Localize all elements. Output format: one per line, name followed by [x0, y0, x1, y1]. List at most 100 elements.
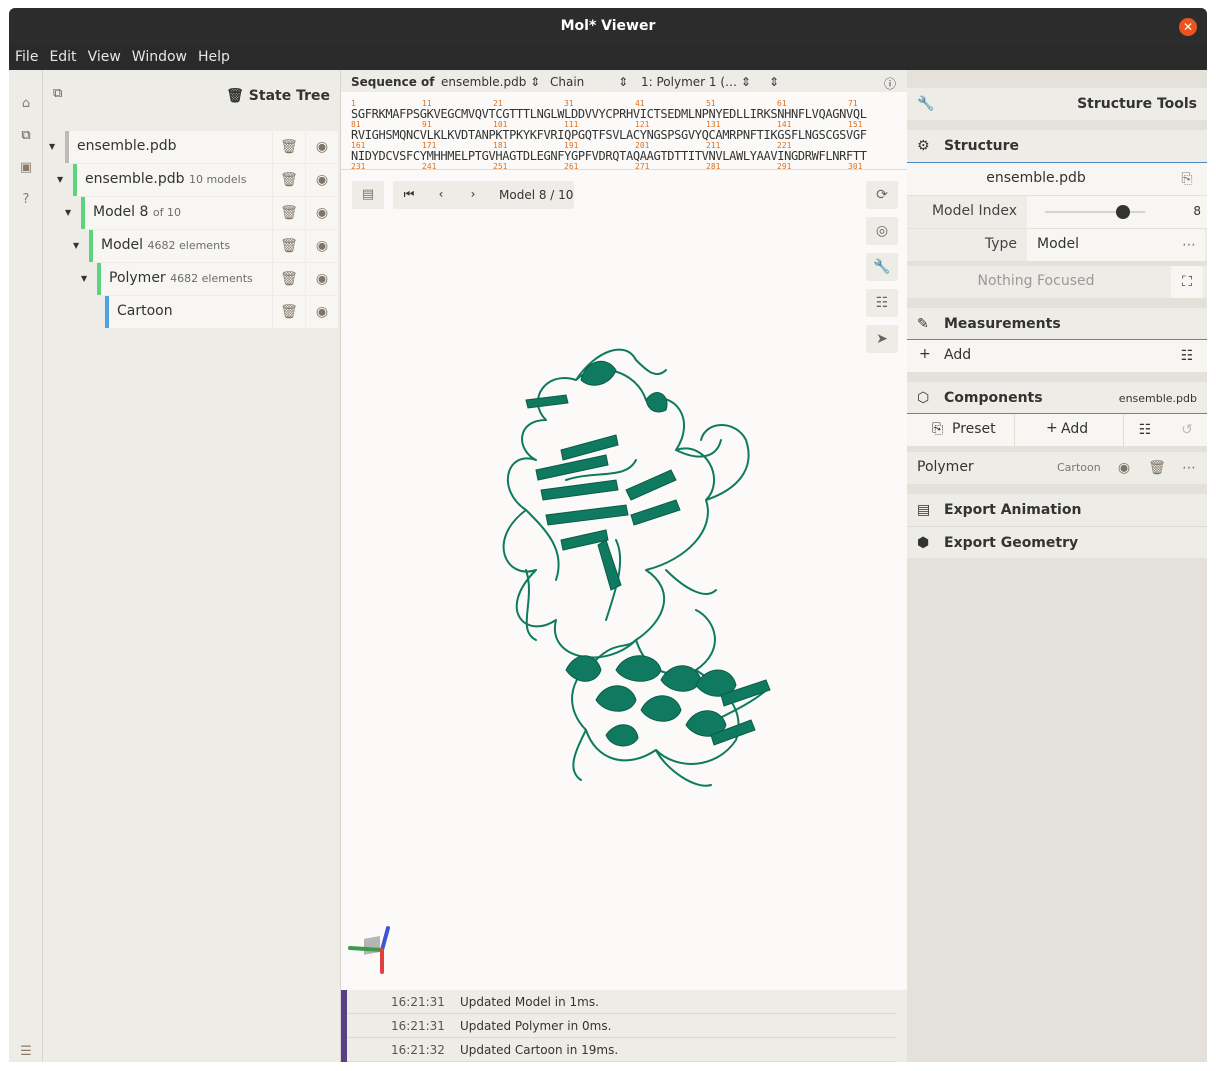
- sequence-line[interactable]: RVIGHSMQNCVLKLKVDTANPKTPKYKFVRIQPGQTFSVL…: [351, 128, 867, 142]
- wrench-icon[interactable]: 🔧: [866, 253, 898, 281]
- structure-tools-header: 🔧 Structure Tools: [907, 88, 1207, 120]
- entity-select[interactable]: 1: Polymer 1 (… ⇕: [641, 75, 751, 89]
- model-index-slider[interactable]: [1116, 205, 1130, 219]
- tree-row-sub: of 10: [152, 206, 181, 219]
- trash-icon[interactable]: 🗑: [273, 296, 305, 328]
- reset-camera-icon[interactable]: ⟳: [866, 181, 898, 209]
- help-icon[interactable]: ?: [18, 192, 34, 208]
- center-panel: Sequence of ensemble.pdb ⇕ Chain ⇕ 1: Po…: [340, 70, 908, 1062]
- menu-file[interactable]: File: [9, 45, 43, 65]
- menu-edit[interactable]: Edit: [43, 45, 81, 65]
- focus-row[interactable]: Nothing Focused ⛶: [907, 266, 1207, 298]
- measurements-header[interactable]: ✎ Measurements: [907, 308, 1207, 340]
- components-title: Components: [944, 390, 1043, 406]
- sequence-line[interactable]: SGFRKMAFPSGKVEGCMVQVTCGTTTLNGLWLDDVVYCPR…: [351, 107, 867, 121]
- type-select[interactable]: Model: [1027, 229, 1173, 261]
- sequence-line[interactable]: NIDYDCVSFCYMHHMELPTGVHAGTDLEGNFYGPFVDRQT…: [351, 149, 867, 163]
- log-time: 16:21:31: [391, 1019, 445, 1033]
- model-index-value: 8: [1193, 204, 1201, 218]
- menu-view[interactable]: View: [82, 45, 126, 65]
- eye-icon[interactable]: ◉: [306, 296, 338, 328]
- eye-icon[interactable]: ◉: [306, 230, 338, 262]
- sequence-number: 241: [422, 162, 437, 170]
- help-circle-icon[interactable]: ⓘ: [884, 75, 896, 92]
- sequence-number: 271: [635, 162, 650, 170]
- left-rail: ⌂ ⧉ ▣ ? ☰: [9, 70, 43, 1062]
- trash-icon[interactable]: 🗑: [273, 263, 305, 295]
- tree-row[interactable]: ▼ Model 8 of 10 🗑 ◉: [43, 197, 340, 229]
- tree-row-label: Model: [101, 237, 144, 253]
- menu-help[interactable]: Help: [192, 45, 235, 65]
- tree-row[interactable]: ▼ ensemble.pdb 10 models 🗑 ◉: [43, 164, 340, 196]
- home-icon[interactable]: ⌂: [18, 96, 34, 112]
- preset-button[interactable]: ⎘ Preset: [907, 414, 1015, 446]
- structure-select-row[interactable]: ensemble.pdb ⎘: [907, 163, 1207, 195]
- caret-down-icon[interactable]: ▼: [65, 208, 73, 217]
- sequence-header: Sequence of ensemble.pdb ⇕ Chain ⇕ 1: Po…: [341, 70, 908, 92]
- caret-down-icon[interactable]: ▼: [49, 142, 57, 151]
- sliders-icon[interactable]: ☷: [1171, 340, 1203, 372]
- tree-row[interactable]: Cartoon 🗑 ◉: [43, 296, 340, 328]
- tree-row-sub: 4682 elements: [147, 239, 231, 252]
- eye-icon[interactable]: ◉: [1108, 452, 1140, 484]
- trash-icon[interactable]: 🗑: [273, 164, 305, 196]
- measurements-add-row[interactable]: + Add ☷: [907, 340, 1207, 372]
- 3d-viewport[interactable]: ▤ ⏮ ‹ › Model 8 / 10 ⟳ ◎ 🔧 ☷ ➤: [341, 170, 908, 990]
- menu-window[interactable]: Window: [126, 45, 192, 65]
- sequence-area[interactable]: 1 11 21 31 41 51 61 71 SGFRKMAFPSGKVEGCMVQVTCGT…: [341, 92, 908, 170]
- trash-icon[interactable]: 🗑: [1141, 452, 1173, 484]
- plus-icon: +: [1046, 420, 1058, 436]
- export-geometry-header[interactable]: ⬢ Export Geometry: [907, 526, 1207, 558]
- trash-icon[interactable]: 🗑: [273, 230, 305, 262]
- eye-icon[interactable]: ◉: [306, 131, 338, 163]
- settings-icon[interactable]: ☰: [18, 1044, 34, 1060]
- bookmark-icon[interactable]: ⎘: [1171, 163, 1203, 195]
- tree-row[interactable]: ▼ ensemble.pdb 🗑 ◉: [43, 131, 340, 163]
- state-tree-title: State Tree: [248, 88, 330, 104]
- components-header[interactable]: ⬡ Components ensemble.pdb: [907, 382, 1207, 414]
- geometry-icon: ⬢: [917, 535, 930, 551]
- structure-section-header[interactable]: ⚙ Structure: [907, 130, 1207, 162]
- trash-icon[interactable]: 🗑: [273, 197, 305, 229]
- history-icon[interactable]: ↺: [1171, 414, 1203, 446]
- tree-row[interactable]: ▼ Polymer 4682 elements 🗑 ◉: [43, 263, 340, 295]
- chain-select[interactable]: ⇕: [769, 75, 779, 89]
- structure-select[interactable]: ensemble.pdb ⇕: [441, 75, 540, 89]
- tree-icon[interactable]: ⧉: [53, 86, 69, 102]
- prev-model-icon[interactable]: ‹: [433, 187, 449, 201]
- app-window: Mol* Viewer ✕ File Edit View Window Help ⌂ ⧉…: [9, 8, 1207, 1062]
- trash-icon[interactable]: 🗑: [273, 131, 305, 163]
- next-model-icon[interactable]: ›: [465, 187, 481, 201]
- tree-icon[interactable]: ⧉: [18, 128, 34, 144]
- tree-row[interactable]: ▼ Model 4682 elements 🗑 ◉: [43, 230, 340, 262]
- type-row: Type Model ⋯: [907, 229, 1207, 261]
- mode-select[interactable]: Chain ⇕: [550, 75, 628, 89]
- focus-icon[interactable]: ⛶: [1171, 266, 1203, 298]
- sequence-number: 231: [351, 162, 366, 170]
- caret-down-icon[interactable]: ▼: [57, 175, 65, 184]
- cube-icon: ⬡: [917, 390, 930, 406]
- more-icon[interactable]: ⋯: [1173, 452, 1205, 484]
- component-row[interactable]: Polymer Cartoon ◉ 🗑 ⋯: [907, 452, 1207, 484]
- close-icon[interactable]: ✕: [1179, 18, 1197, 36]
- eye-icon[interactable]: ◉: [306, 164, 338, 196]
- tree-row-sub: 10 models: [188, 173, 247, 186]
- animation-icon[interactable]: ▤: [352, 181, 384, 209]
- add-component-button[interactable]: + Add: [1016, 414, 1124, 446]
- caret-down-icon[interactable]: ▼: [81, 274, 89, 283]
- trash-icon[interactable]: 🗑: [226, 88, 244, 104]
- window-title: Mol* Viewer: [560, 18, 656, 34]
- sliders-icon[interactable]: ☷: [866, 289, 898, 317]
- eye-icon[interactable]: ◉: [306, 197, 338, 229]
- tree-row-label: Cartoon: [117, 303, 173, 319]
- more-icon[interactable]: ⋯: [1173, 229, 1205, 261]
- export-animation-header[interactable]: ▤ Export Animation: [907, 494, 1207, 526]
- protein-cartoon[interactable]: [466, 340, 786, 800]
- save-icon[interactable]: ▣: [18, 160, 34, 176]
- sliders-icon[interactable]: ☷: [1129, 414, 1161, 446]
- first-model-icon[interactable]: ⏮: [401, 187, 417, 202]
- screenshot-icon[interactable]: ◎: [866, 217, 898, 245]
- eye-icon[interactable]: ◉: [306, 263, 338, 295]
- caret-down-icon[interactable]: ▼: [73, 241, 81, 250]
- pointer-icon[interactable]: ➤: [866, 325, 898, 353]
